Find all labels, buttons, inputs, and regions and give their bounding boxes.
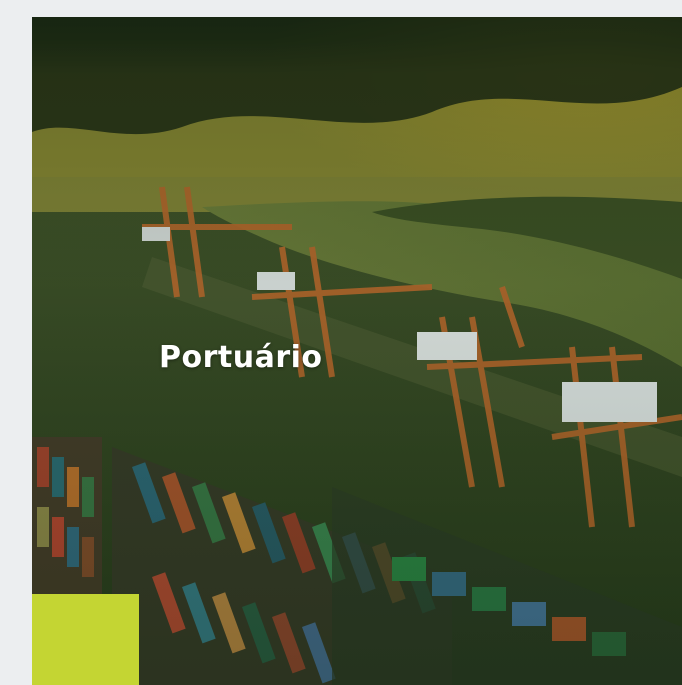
- accent-block: [32, 594, 139, 685]
- category-card-portuario[interactable]: Portuário: [32, 17, 682, 685]
- card-title: Portuário: [159, 340, 323, 375]
- port-photo: [32, 17, 682, 685]
